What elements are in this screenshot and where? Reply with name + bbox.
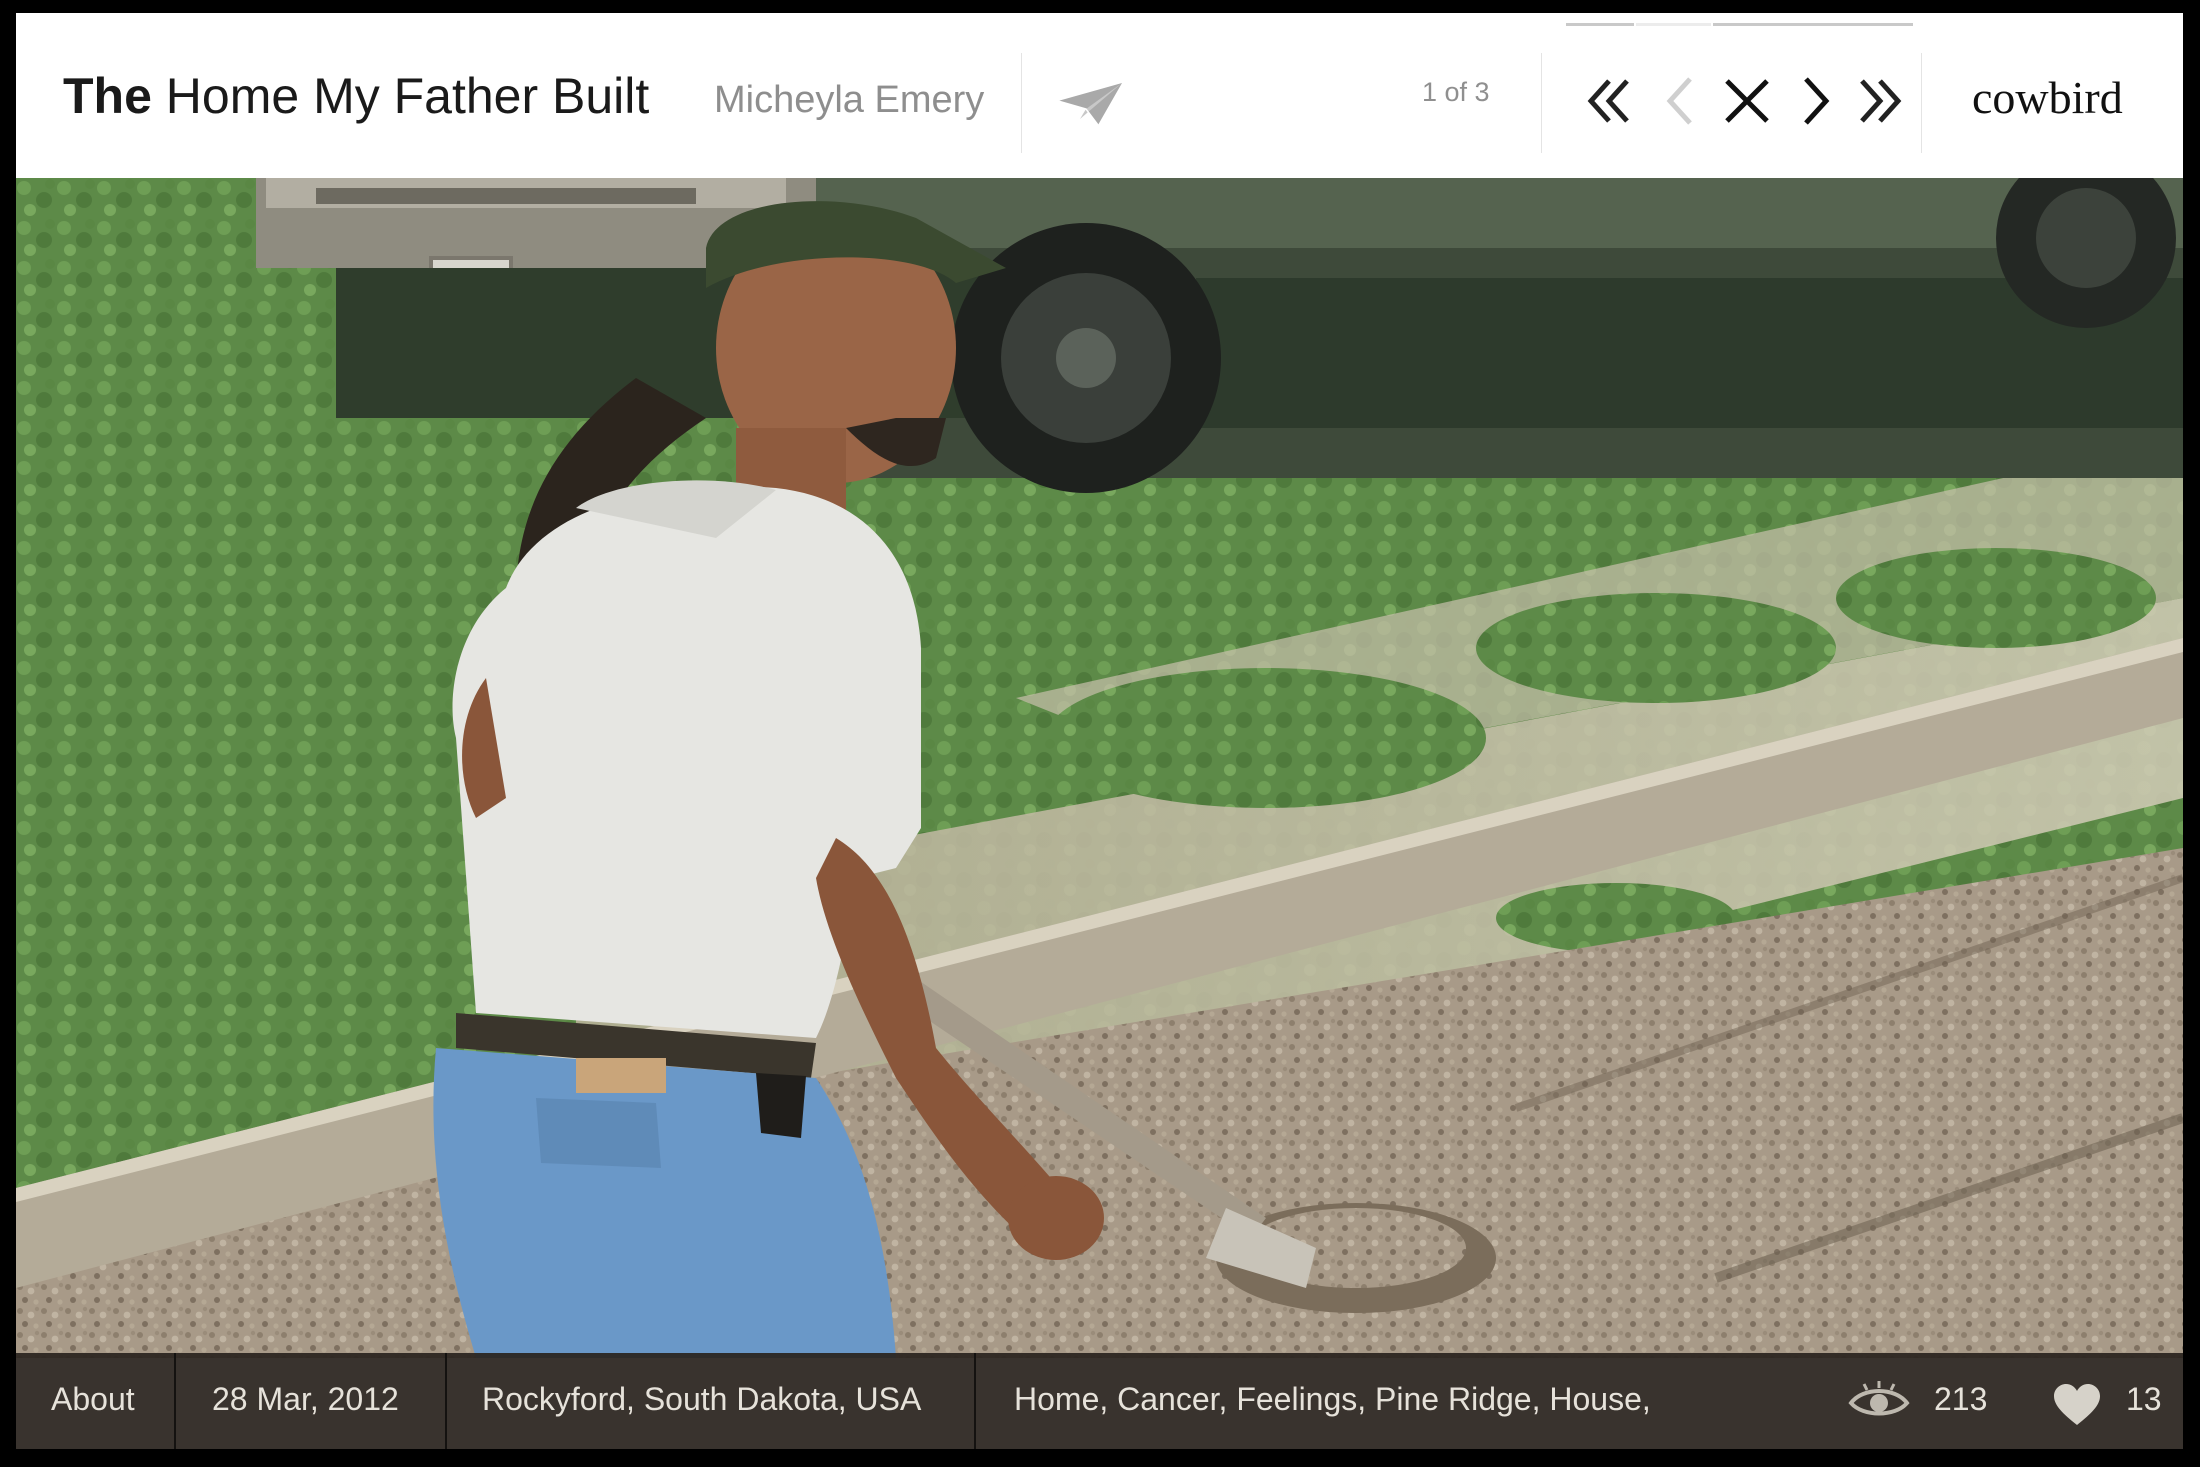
double-chevron-left-icon (1587, 79, 1629, 123)
author-link[interactable]: Micheyla Emery (714, 79, 984, 122)
close-x-icon (1725, 79, 1769, 123)
views-count: 213 (1934, 1381, 1988, 1417)
next-page-button[interactable] (1784, 69, 1844, 133)
paper-plane-icon (1057, 83, 1122, 126)
footer-divider (174, 1353, 176, 1449)
double-chevron-right-icon (1860, 79, 1902, 123)
story-photo (16, 178, 2183, 1358)
story-location[interactable]: Rockyford, South Dakota, USA (482, 1381, 921, 1418)
story-footer: About 28 Mar, 2012 Rockyford, South Dako… (16, 1353, 2183, 1449)
header-divider (1541, 53, 1542, 153)
photo-man-shoveling-gravel (16, 178, 2183, 1358)
heart-icon (2054, 1384, 2100, 1425)
progress-segment (1566, 23, 1634, 26)
loves-count: 13 (2126, 1381, 2162, 1417)
footer-divider (974, 1353, 976, 1449)
progress-segment (1713, 23, 1913, 26)
cowbird-logo[interactable]: cowbird (1972, 71, 2123, 124)
story-viewer: The Home My Father Built Micheyla Emery … (16, 13, 2183, 1449)
chevron-right-icon (1804, 77, 1830, 125)
last-page-button[interactable] (1848, 69, 1908, 133)
eye-icon (1848, 1381, 1910, 1416)
first-page-button[interactable] (1581, 69, 1641, 133)
progress-segment (1636, 23, 1711, 26)
story-title-bold: The (63, 68, 152, 124)
share-button[interactable] (1056, 79, 1126, 129)
previous-page-button[interactable] (1652, 69, 1712, 133)
header-divider (1921, 53, 1922, 153)
story-header: The Home My Father Built Micheyla Emery … (16, 13, 2183, 178)
chevron-left-icon (1666, 77, 1692, 125)
about-link[interactable]: About (51, 1381, 135, 1418)
love-button[interactable]: 13 (2036, 1379, 2166, 1429)
story-title-rest: Home My Father Built (151, 68, 650, 124)
story-tags[interactable]: Home, Cancer, Feelings, Pine Ridge, Hous… (1014, 1381, 1651, 1418)
story-date[interactable]: 28 Mar, 2012 (212, 1381, 399, 1418)
footer-divider (445, 1353, 447, 1449)
header-divider (1021, 53, 1022, 153)
page-counter: 1 of 3 (1422, 77, 1490, 107)
story-title: The Home My Father Built (63, 67, 649, 125)
close-button[interactable] (1717, 69, 1777, 133)
